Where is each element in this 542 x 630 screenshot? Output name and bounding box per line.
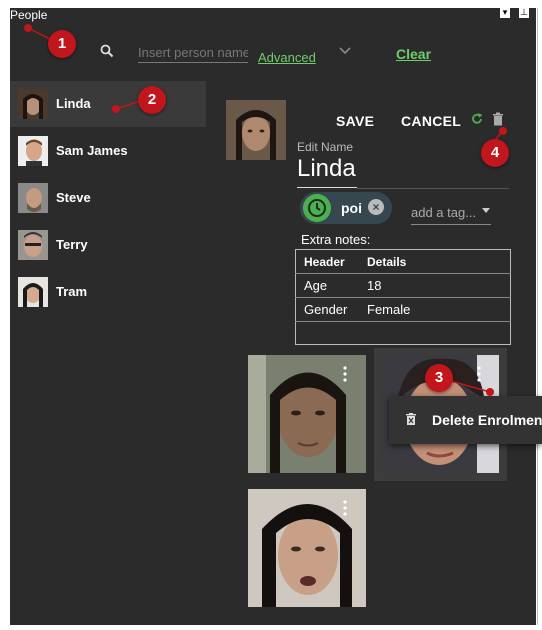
annotation-badge: 2 — [138, 86, 166, 114]
annotation-badge: 3 — [425, 364, 453, 392]
annotation-dot — [112, 105, 120, 113]
annotation-lines — [27, 27, 504, 393]
annotation-badge: 4 — [481, 139, 509, 167]
annotation-badge: 1 — [48, 30, 76, 58]
annotation-dot — [24, 24, 32, 32]
annotation-dot — [499, 127, 507, 135]
annotation-dot — [486, 388, 494, 396]
